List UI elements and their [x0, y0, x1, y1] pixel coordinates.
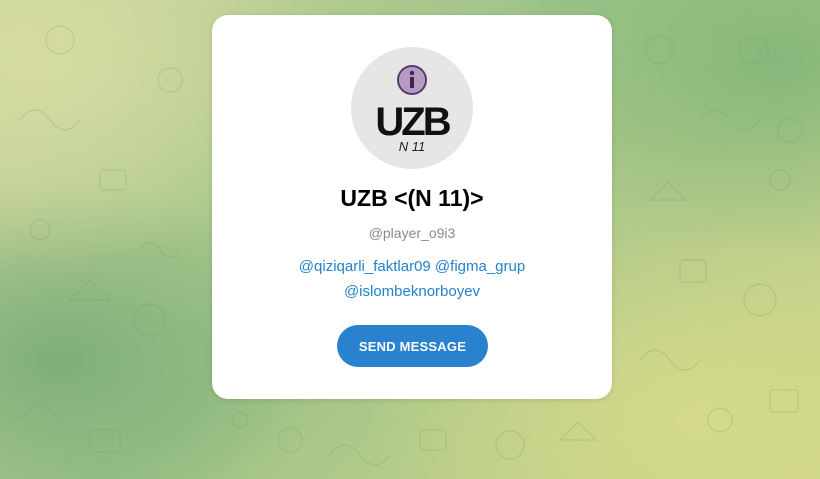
send-message-button[interactable]: SEND MESSAGE	[337, 325, 488, 367]
bio-link[interactable]: @figma_grup	[435, 258, 525, 275]
bio-link[interactable]: @qiziqarli_faktlar09	[299, 258, 431, 275]
avatar[interactable]: UZB N 11	[351, 47, 473, 169]
profile-card: UZB N 11 UZB <(N 11)> @player_o9i3 @qizi…	[212, 15, 612, 399]
avatar-subtext: N 11	[399, 139, 426, 154]
avatar-logo: UZB N 11	[375, 65, 454, 154]
profile-username: @player_o9i3	[368, 225, 456, 241]
info-icon	[409, 70, 415, 88]
profile-bio: @qiziqarli_faktlar09 @figma_grup @islomb…	[272, 254, 552, 304]
avatar-text: UZB	[375, 100, 450, 144]
profile-title: UZB <(N 11)>	[340, 185, 484, 211]
bio-link[interactable]: @islombeknorboyev	[344, 283, 480, 300]
